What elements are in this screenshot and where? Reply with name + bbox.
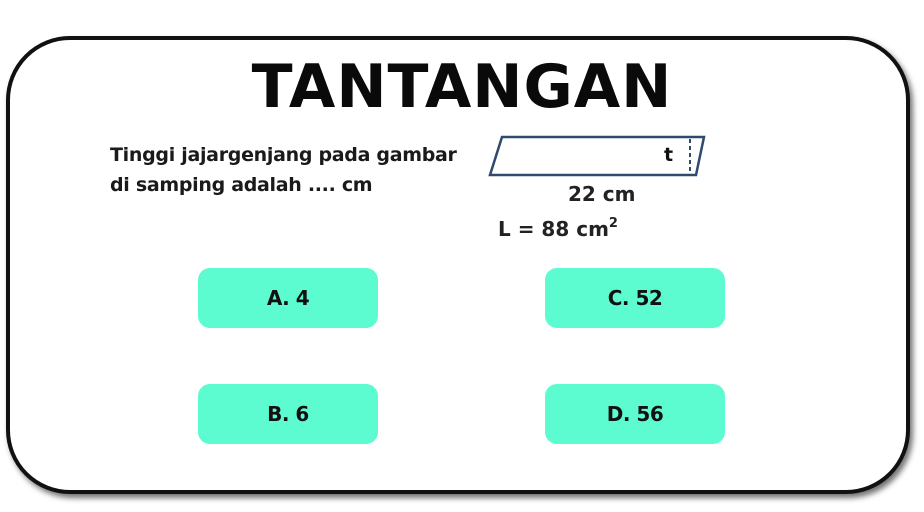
option-a-button[interactable]: A. 4 xyxy=(198,268,378,328)
height-label: t xyxy=(664,144,674,166)
area-text: L = 88 cm xyxy=(498,217,609,241)
question-text: Tinggi jajargenjang pada gambar di sampi… xyxy=(110,140,490,200)
question-line-2: di samping adalah .... cm xyxy=(110,174,373,196)
page-title: TANTANGAN xyxy=(251,52,673,122)
quiz-slide: TANTANGAN Tinggi jajargenjang pada gamba… xyxy=(0,0,924,512)
option-b-button[interactable]: B. 6 xyxy=(198,384,378,444)
parallelogram-shape xyxy=(488,135,706,177)
question-line-1: Tinggi jajargenjang pada gambar xyxy=(110,144,457,166)
area-label: L = 88 cm2 xyxy=(498,216,618,241)
base-label: 22 cm xyxy=(568,182,636,206)
option-d-button[interactable]: D. 56 xyxy=(545,384,725,444)
area-exponent: 2 xyxy=(608,216,618,231)
option-c-button[interactable]: C. 52 xyxy=(545,268,725,328)
